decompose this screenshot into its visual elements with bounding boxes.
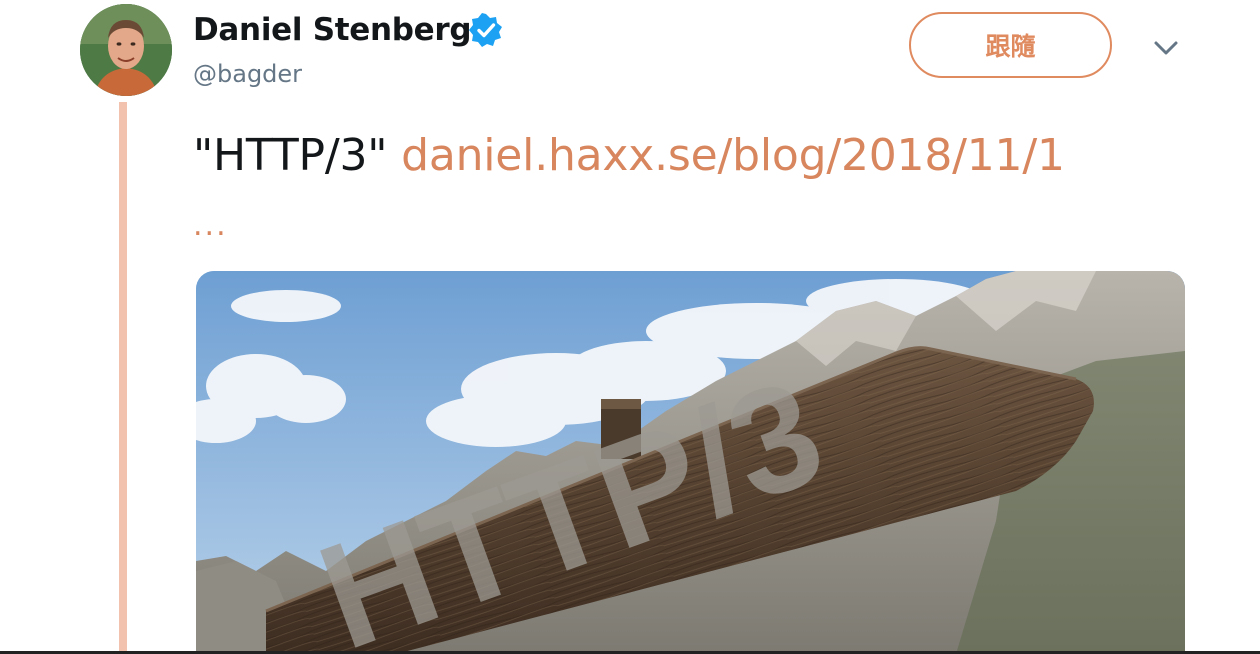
avatar[interactable] bbox=[80, 4, 172, 96]
tweet-link[interactable]: daniel.haxx.se/blog/2018/11/1 bbox=[401, 130, 1065, 181]
tweet-quoted-text: "HTTP/3" bbox=[193, 130, 388, 181]
chevron-down-icon[interactable] bbox=[1152, 38, 1180, 58]
author-name[interactable]: Daniel Stenberg bbox=[193, 12, 472, 48]
verified-badge-icon bbox=[469, 13, 502, 47]
avatar-photo-icon bbox=[80, 4, 172, 96]
thread-line bbox=[119, 102, 127, 654]
signpost-image-icon: HTTP/3 bbox=[196, 271, 1185, 654]
tweet-view: Daniel Stenberg @bagder 跟隨 "HTTP/3" dani… bbox=[0, 0, 1260, 654]
follow-button[interactable]: 跟隨 bbox=[909, 12, 1112, 78]
tweet-link-ellipsis[interactable]: ... bbox=[193, 208, 228, 243]
author-handle[interactable]: @bagder bbox=[193, 60, 302, 88]
tweet-media-image[interactable]: HTTP/3 bbox=[196, 271, 1185, 654]
tweet-text: "HTTP/3" daniel.haxx.se/blog/2018/11/1 bbox=[193, 130, 1065, 181]
